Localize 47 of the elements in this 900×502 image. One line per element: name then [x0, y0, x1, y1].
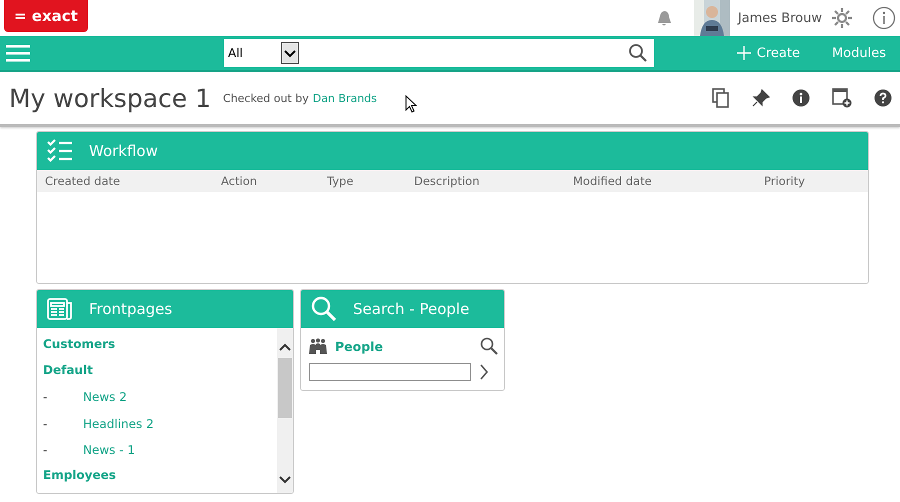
column-header[interactable]: Description: [414, 174, 573, 188]
checkout-user-link[interactable]: Dan Brands: [312, 92, 377, 104]
checkout-text: Checked out by: [223, 92, 309, 104]
info-icon[interactable]: [792, 89, 810, 107]
column-header[interactable]: Type: [327, 174, 414, 188]
group-link[interactable]: Customers: [43, 332, 271, 358]
scope-dropdown[interactable]: All: [224, 39, 308, 67]
column-header[interactable]: Action: [221, 174, 327, 188]
list-bullet: -: [43, 416, 48, 431]
chevron-up-icon[interactable]: [278, 342, 292, 352]
search-bar[interactable]: All: [224, 39, 654, 67]
group-link[interactable]: Employees: [43, 462, 271, 490]
add-widget-icon[interactable]: [832, 88, 852, 108]
people-label: People: [335, 338, 383, 354]
page-link[interactable]: News 2: [83, 390, 127, 404]
column-header[interactable]: Modified date: [573, 174, 764, 188]
list-bullet: -: [43, 442, 48, 457]
pin-icon[interactable]: [752, 89, 770, 107]
panel-title: Workflow: [89, 142, 158, 160]
people-search-field[interactable]: [309, 363, 471, 381]
user-name[interactable]: James Brouw: [738, 10, 822, 26]
chevron-down-icon[interactable]: [278, 475, 292, 485]
scrollbar[interactable]: [277, 328, 293, 493]
plus-icon: [736, 46, 751, 60]
search-icon: [311, 296, 337, 322]
list-bullet: -: [43, 390, 48, 404]
search-icon[interactable]: [628, 43, 648, 63]
group-link[interactable]: Default: [43, 358, 271, 384]
mouse-cursor-icon: [404, 95, 417, 113]
panel-title: Search - People: [353, 300, 470, 318]
page-link[interactable]: Headlines 2: [83, 416, 154, 431]
help-icon[interactable]: [874, 89, 892, 107]
people-icon: [309, 338, 327, 354]
checklist-icon: [47, 139, 73, 163]
chevron-right-icon[interactable]: [479, 363, 489, 381]
info-icon[interactable]: [872, 6, 896, 30]
panel-title: Frontpages: [89, 300, 172, 318]
newspaper-icon: [47, 298, 73, 320]
page-link[interactable]: News - 1: [83, 442, 136, 457]
exact-logo[interactable]: = exact: [4, 0, 88, 32]
caret-icon: [280, 42, 299, 64]
copy-icon[interactable]: [712, 88, 730, 108]
column-header[interactable]: Priority: [764, 174, 868, 188]
page-title: My workspace 1: [9, 84, 212, 112]
search-icon[interactable]: [480, 337, 498, 355]
settings-icon[interactable]: [830, 6, 854, 30]
column-header[interactable]: Created date: [45, 174, 221, 188]
